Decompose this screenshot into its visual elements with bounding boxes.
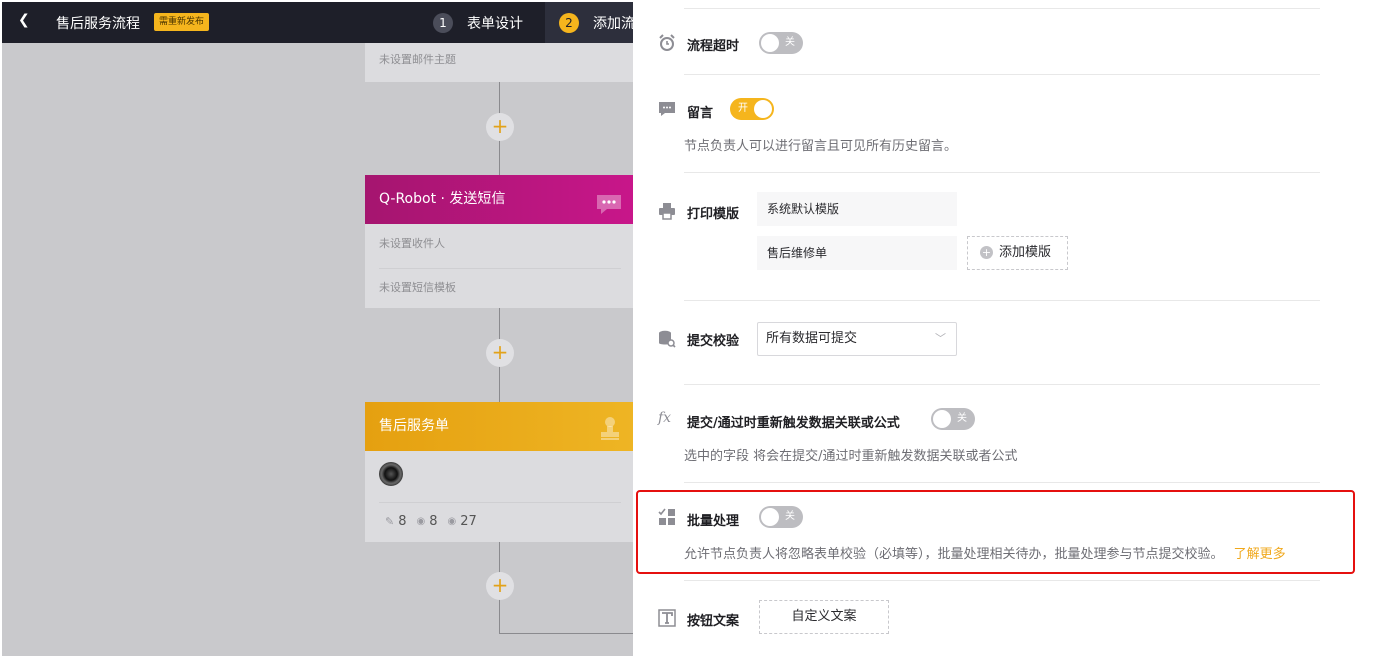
toggle-knob <box>933 410 951 428</box>
eye-icon: ◉ <box>416 516 426 527</box>
edit-count: 8 <box>398 514 407 529</box>
sms-node-header: Q-Robot · 发送短信 <box>365 175 635 224</box>
screenshot-frame: 未设置邮件主题 + Q-Robot · 发送短信 未设置收件人 未设置短信模板 … <box>0 0 1373 660</box>
hidden-count: 27 <box>460 514 477 529</box>
divider <box>684 300 1320 301</box>
batch-description-text: 允许节点负责人将忽略表单校验（必填等），批量处理相关待办，批量处理参与节点提交校… <box>684 547 1224 562</box>
comment-label: 留言 <box>687 106 714 121</box>
step-label: 表单设计 <box>467 15 523 32</box>
form-node-header: 售后服务单 <box>365 402 635 451</box>
field-permission-stats: ✎ 8 ◉ 8 ◉ 27 <box>385 514 477 529</box>
text-format-icon <box>658 609 676 627</box>
comment-toggle[interactable]: 开 <box>730 98 774 120</box>
add-node-button[interactable]: + <box>486 339 514 367</box>
batch-processing-toggle[interactable]: 关 <box>759 506 803 528</box>
chat-bubble-icon <box>595 187 623 214</box>
custom-button-text-button[interactable]: 自定义文案 <box>759 600 889 634</box>
add-node-button[interactable]: + <box>486 113 514 141</box>
formula-retrigger-toggle[interactable]: 关 <box>931 408 975 430</box>
toggle-state: 开 <box>738 103 748 114</box>
form-node-title: 售后服务单 <box>379 418 449 434</box>
alarm-clock-icon <box>658 34 676 52</box>
batch-processing-description: 允许节点负责人将忽略表单校验（必填等），批量处理相关待办，批量处理参与节点提交校… <box>684 543 1286 562</box>
node-divider <box>379 502 621 503</box>
divider <box>684 74 1320 75</box>
submit-validation-label: 提交校验 <box>687 334 740 349</box>
select-value: 所有数据可提交 <box>766 331 858 346</box>
divider <box>684 8 1320 9</box>
divider <box>684 482 1320 483</box>
status-badge: 需重新发布 <box>154 13 210 31</box>
view-count: 8 <box>429 514 438 529</box>
sms-recipient-text: 未设置收件人 <box>379 237 445 250</box>
print-template-item[interactable]: 系统默认模版 <box>757 192 957 226</box>
button-text-label: 按钮文案 <box>687 614 740 629</box>
step-number: 1 <box>433 12 453 33</box>
database-search-icon <box>658 330 676 348</box>
toggle-knob <box>754 100 772 118</box>
step-label: 添加流 <box>593 15 635 32</box>
add-node-button[interactable]: + <box>486 572 514 600</box>
divider <box>684 384 1320 385</box>
batch-checklist-icon <box>658 508 676 526</box>
tab-form-design[interactable]: 1 表单设计 <box>433 2 523 43</box>
assignee-avatar <box>379 462 403 486</box>
submit-validation-select[interactable]: 所有数据可提交 ﹀ <box>757 322 957 356</box>
sms-template-text: 未设置短信模板 <box>379 281 456 294</box>
app-title: 售后服务流程 <box>56 16 140 32</box>
sms-recipient-row: 未设置收件人 <box>365 224 635 268</box>
formula-retrigger-label: 提交/通过时重新触发数据关联或公式 <box>687 416 900 431</box>
form-node[interactable]: 售后服务单 ✎ 8 ◉ 8 ◉ 27 <box>365 402 635 542</box>
email-subject-row: 未设置邮件主题 <box>365 43 635 82</box>
chevron-left-icon[interactable]: ❮ <box>18 12 32 32</box>
email-node[interactable]: 未设置邮件主题 <box>365 43 635 82</box>
formula-fx-icon: fx <box>658 410 672 426</box>
toggle-knob <box>761 34 779 52</box>
batch-processing-label: 批量处理 <box>687 514 740 529</box>
timeout-label: 流程超时 <box>687 39 740 54</box>
printer-icon <box>658 202 676 220</box>
step-number: 2 <box>559 12 579 33</box>
plus-circle-icon: + <box>980 246 993 259</box>
toggle-state: 关 <box>957 413 967 424</box>
workflow-canvas: 未设置邮件主题 + Q-Robot · 发送短信 未设置收件人 未设置短信模板 … <box>2 2 1369 656</box>
eye-icon: ◉ <box>447 516 457 527</box>
print-template-label: 打印模版 <box>687 207 740 222</box>
node-settings-panel: 流程超时 关 留言 开 节点负责人可以进行留言且可见所有历史留言。 打印模版 系… <box>633 2 1369 656</box>
connector-line <box>499 633 639 634</box>
email-subject-text: 未设置邮件主题 <box>379 53 456 66</box>
sms-node-title: Q-Robot · 发送短信 <box>379 191 506 207</box>
divider <box>684 172 1320 173</box>
tab-add-flow[interactable]: 2 添加流 <box>545 2 645 43</box>
add-template-label: 添加模版 <box>999 245 1052 260</box>
stamp-icon <box>599 413 621 440</box>
divider <box>684 580 1320 581</box>
sms-node[interactable]: Q-Robot · 发送短信 未设置收件人 未设置短信模板 <box>365 175 635 308</box>
timeout-toggle[interactable]: 关 <box>759 32 803 54</box>
formula-retrigger-description: 选中的字段 将会在提交/通过时重新触发数据关联或者公式 <box>684 449 1018 464</box>
comment-icon <box>658 100 676 118</box>
toggle-state: 关 <box>785 511 795 522</box>
toggle-state: 关 <box>785 37 795 48</box>
pencil-icon: ✎ <box>385 515 395 528</box>
sms-template-row: 未设置短信模板 <box>365 268 635 308</box>
comment-description: 节点负责人可以进行留言且可见所有历史留言。 <box>684 139 958 154</box>
chevron-down-icon: ﹀ <box>935 332 946 345</box>
print-template-item[interactable]: 售后维修单 <box>757 236 957 270</box>
learn-more-link[interactable]: 了解更多 <box>1234 547 1286 562</box>
toggle-knob <box>761 508 779 526</box>
add-template-button[interactable]: + 添加模版 <box>967 236 1068 270</box>
